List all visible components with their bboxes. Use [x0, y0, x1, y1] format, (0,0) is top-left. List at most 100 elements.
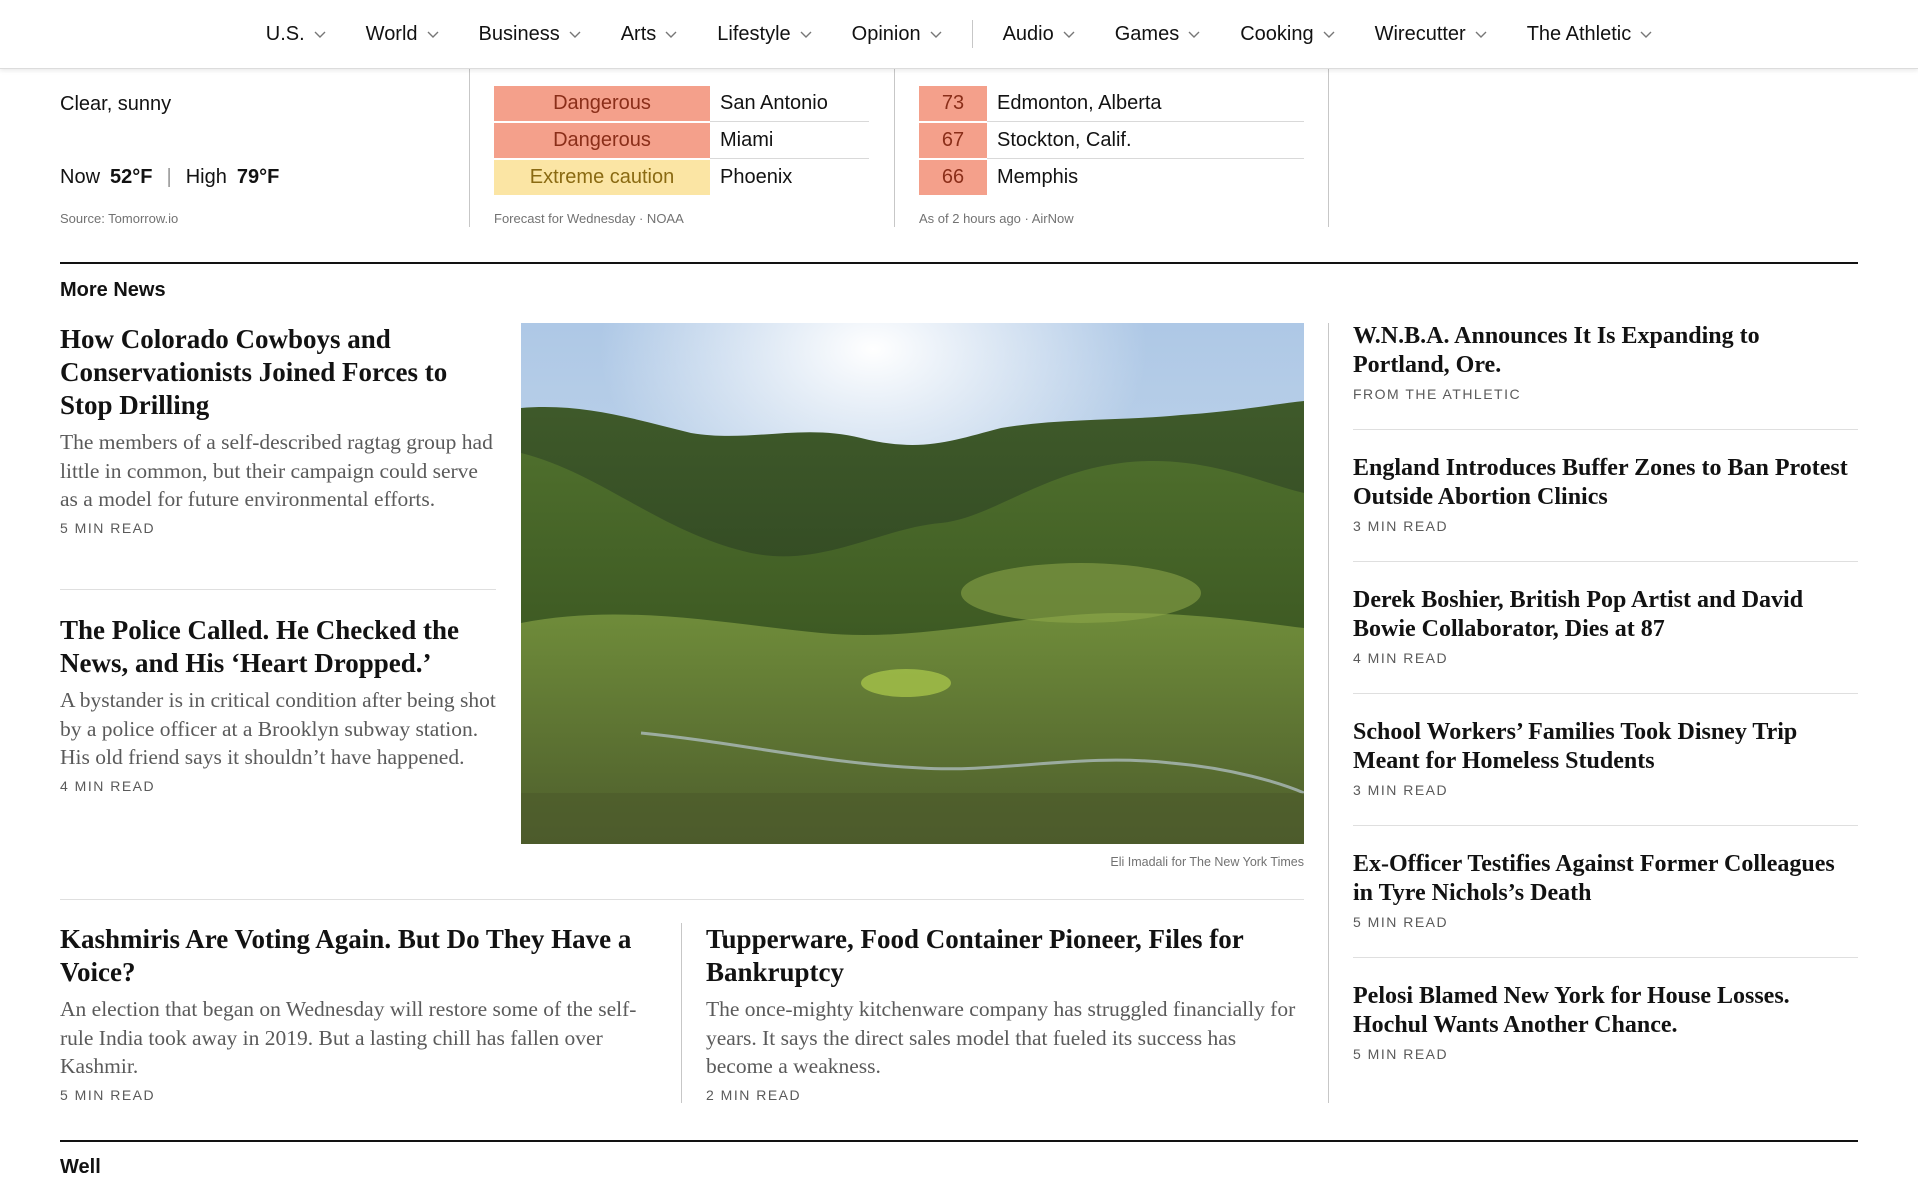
read-time: 4 MIN READ	[60, 777, 156, 794]
story-headline[interactable]: W.N.B.A. Announces It Is Expanding to Po…	[1353, 322, 1858, 380]
story-card[interactable]: Tupperware, Food Container Pioneer, File…	[706, 923, 1304, 1103]
aqi-value: 73	[919, 86, 987, 121]
weather-strip: Clear, sunny Now 52°F | High 79°F Source…	[0, 68, 1918, 228]
story-headline[interactable]: England Introduces Buffer Zones to Ban P…	[1353, 454, 1858, 512]
air-quality-table[interactable]: 73 Edmonton, Alberta 67 Stockton, Calif.…	[919, 85, 1304, 196]
heat-city: Miami	[710, 122, 869, 159]
heat-city: San Antonio	[710, 85, 869, 122]
story-label: FROM THE ATHLETIC	[1353, 386, 1522, 402]
nav-item-wirecutter[interactable]: Wirecutter	[1375, 23, 1487, 46]
heat-row: Extreme caution Phoenix	[494, 159, 869, 196]
nav-item-business[interactable]: Business	[479, 23, 581, 46]
nav-item-opinion[interactable]: Opinion	[852, 23, 942, 46]
story-card[interactable]: Kashmiris Are Voting Again. But Do They …	[60, 923, 660, 1103]
nav-label: Lifestyle	[717, 22, 791, 45]
section-label-more-news[interactable]: More News	[60, 279, 166, 302]
heat-source: Forecast for Wednesday · NOAA	[494, 211, 684, 226]
story-photo[interactable]	[521, 323, 1304, 844]
nav-item-lifestyle[interactable]: Lifestyle	[717, 22, 812, 46]
read-time: 5 MIN READ	[60, 1086, 156, 1103]
story-headline[interactable]: Pelosi Blamed New York for House Losses.…	[1353, 982, 1858, 1040]
nav-label: Games	[1114, 22, 1180, 45]
nav-item-us[interactable]: U.S.	[266, 23, 326, 46]
read-time: 5 MIN READ	[1353, 1046, 1449, 1062]
read-time: 2 MIN READ	[706, 1086, 802, 1103]
photo-credit: Eli Imadali for The New York Times	[1110, 855, 1304, 869]
story-headline[interactable]: Derek Boshier, British Pop Artist and Da…	[1353, 586, 1858, 644]
heat-level: Extreme caution	[494, 160, 710, 195]
column-divider	[681, 923, 682, 1103]
aqi-row: 67 Stockton, Calif.	[919, 122, 1304, 159]
story-divider	[1353, 693, 1858, 694]
side-story[interactable]: England Introduces Buffer Zones to Ban P…	[1353, 454, 1858, 534]
section-rule	[60, 1140, 1858, 1142]
story-headline[interactable]: School Workers’ Families Took Disney Tri…	[1353, 718, 1858, 776]
nav-item-the-athletic[interactable]: The Athletic	[1527, 23, 1653, 46]
side-story[interactable]: Derek Boshier, British Pop Artist and Da…	[1353, 586, 1858, 666]
read-time: 3 MIN READ	[1353, 782, 1449, 798]
nav-item-audio[interactable]: Audio	[1003, 23, 1075, 46]
chevron-down-icon	[427, 31, 439, 38]
story-headline[interactable]: How Colorado Cowboys and Conservationist…	[60, 323, 496, 422]
weather-condition: Clear, sunny	[60, 93, 172, 115]
story-headline[interactable]: The Police Called. He Checked the News, …	[60, 614, 500, 680]
chevron-down-icon	[1188, 31, 1200, 38]
nav-item-world[interactable]: World	[366, 23, 439, 46]
weather-temps: Now 52°F | High 79°F	[60, 166, 279, 189]
side-story[interactable]: W.N.B.A. Announces It Is Expanding to Po…	[1353, 322, 1858, 402]
aqi-city: Memphis	[997, 166, 1079, 188]
side-story[interactable]: School Workers’ Families Took Disney Tri…	[1353, 718, 1858, 798]
high-label: High	[185, 166, 227, 188]
top-navigation: U.S. World Business Arts Lifestyle Opini…	[0, 0, 1918, 69]
read-time: 3 MIN READ	[1353, 518, 1449, 534]
heat-level: Dangerous	[494, 123, 710, 158]
story-headline[interactable]: Ex-Officer Testifies Against Former Coll…	[1353, 850, 1858, 908]
story-divider	[1353, 957, 1858, 958]
now-temp: 52°F	[110, 166, 153, 188]
heat-row: Dangerous Miami	[494, 122, 869, 159]
nav-item-games[interactable]: Games	[1115, 23, 1200, 46]
aqi-row: 66 Memphis	[919, 159, 1304, 196]
nav-label: Cooking	[1240, 22, 1314, 45]
landscape-photo-image	[521, 323, 1304, 844]
section-label-well[interactable]: Well	[60, 1156, 101, 1179]
chevron-down-icon	[1640, 31, 1652, 38]
nav-item-cooking[interactable]: Cooking	[1240, 22, 1335, 46]
heat-table[interactable]: Dangerous San Antonio Dangerous Miami Ex…	[494, 85, 869, 196]
chevron-down-icon	[569, 31, 581, 38]
story-divider	[1353, 429, 1858, 430]
nav-label: U.S.	[265, 22, 305, 45]
aqi-city: Stockton, Calif.	[987, 122, 1304, 159]
aqi-source: As of 2 hours ago · AirNow	[919, 211, 1074, 226]
chevron-down-icon	[1323, 31, 1335, 38]
aqi-value: 66	[919, 160, 987, 195]
nav-divider	[971, 20, 973, 48]
nav-item-arts[interactable]: Arts	[621, 23, 678, 46]
heat-row: Dangerous San Antonio	[494, 85, 869, 122]
story-divider	[1353, 825, 1858, 826]
nav-label: Opinion	[851, 22, 921, 45]
story-card[interactable]: The Police Called. He Checked the News, …	[60, 614, 500, 794]
high-temp: 79°F	[236, 166, 280, 188]
story-card[interactable]: How Colorado Cowboys and Conservationist…	[60, 323, 496, 536]
column-divider	[469, 68, 470, 227]
aqi-city: Edmonton, Alberta	[987, 85, 1304, 122]
nav-label: Business	[478, 22, 560, 45]
chevron-down-icon	[1475, 31, 1487, 38]
temp-separator: |	[166, 166, 172, 188]
side-story[interactable]: Pelosi Blamed New York for House Losses.…	[1353, 982, 1858, 1062]
chevron-down-icon	[314, 31, 326, 38]
column-divider	[1328, 68, 1329, 227]
read-time: 5 MIN READ	[1353, 914, 1449, 930]
story-summary: The once-mighty kitchenware company has …	[706, 997, 1296, 1078]
heat-city: Phoenix	[720, 166, 793, 188]
chevron-down-icon	[800, 31, 812, 38]
story-summary: The members of a self-described ragtag g…	[60, 430, 493, 511]
column-divider	[894, 68, 895, 227]
story-headline[interactable]: Kashmiris Are Voting Again. But Do They …	[60, 923, 660, 989]
chevron-down-icon	[930, 31, 942, 38]
aqi-row: 73 Edmonton, Alberta	[919, 85, 1304, 122]
weather-source: Source: Tomorrow.io	[60, 211, 179, 226]
story-headline[interactable]: Tupperware, Food Container Pioneer, File…	[706, 923, 1304, 989]
side-story[interactable]: Ex-Officer Testifies Against Former Coll…	[1353, 850, 1858, 930]
